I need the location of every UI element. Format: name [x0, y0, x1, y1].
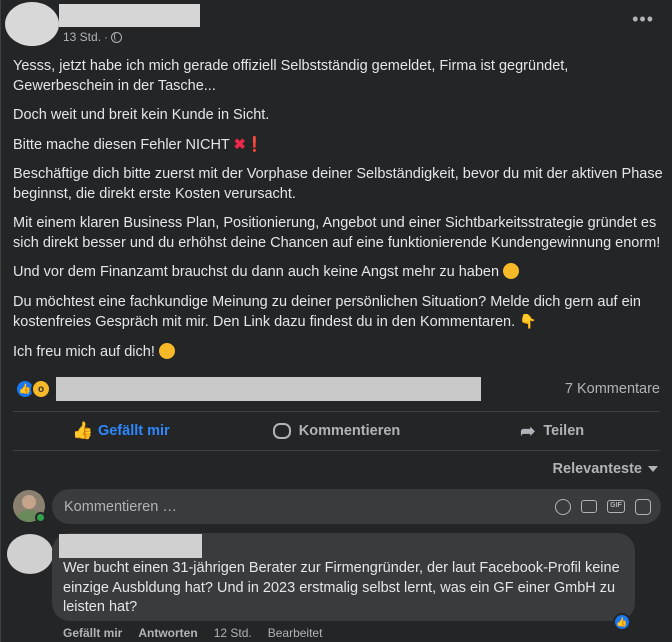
comment-reply-button[interactable]: Antworten — [138, 626, 197, 640]
commenter-avatar[interactable] — [7, 534, 53, 574]
wow-reaction-icon: o — [31, 379, 51, 399]
post-paragraph-text: Du möchtest eine fachkundige Meinung zu … — [13, 293, 641, 331]
post-actions: 👍 Gefällt mir Kommentieren ➦ Teilen — [13, 414, 660, 448]
thumbs-up-icon: 👍 — [71, 421, 94, 440]
author-avatar[interactable] — [5, 2, 59, 46]
post-paragraph: Ich freu mich auf dich! — [13, 342, 665, 363]
speech-bubble-icon — [272, 423, 291, 439]
online-status-indicator — [35, 512, 46, 523]
post-paragraph: Beschäftige dich bitte zuerst mit der Vo… — [13, 166, 663, 202]
comment-time[interactable]: 12 Std. — [214, 626, 252, 640]
comment-text: Wer bucht einen 31-jährigen Berater zur … — [63, 560, 620, 615]
reaction-names-redacted[interactable] — [56, 377, 481, 401]
more-options-button[interactable]: ••• — [632, 10, 654, 28]
post-meta: 13 Std. · — [63, 30, 123, 44]
winking-face-icon — [503, 263, 520, 279]
globe-icon — [111, 31, 123, 43]
comment-input-placeholder[interactable]: Kommentieren … — [64, 499, 555, 515]
like-button[interactable]: 👍 Gefällt mir — [13, 414, 229, 448]
commenter-name-redacted[interactable] — [59, 534, 202, 558]
comment-edited-label[interactable]: Bearbeitet — [268, 626, 323, 640]
comment-actions: Gefällt mir Antworten 12 Std. Bearbeitet — [63, 626, 322, 640]
divider — [13, 411, 660, 412]
comment-like-button[interactable]: Gefällt mir — [63, 626, 122, 640]
post-paragraph-text: Bitte mache diesen Fehler NICHT — [13, 136, 230, 153]
share-button[interactable]: ➦ Teilen — [444, 414, 660, 448]
meta-separator: · — [104, 30, 109, 44]
comment-count[interactable]: 7 Kommentare — [565, 381, 660, 397]
comment-sort-dropdown[interactable]: Relevanteste — [553, 461, 658, 477]
author-name-redacted[interactable] — [59, 4, 200, 27]
post-card: 13 Std. · ••• Yesss, jetzt habe ich mich… — [0, 0, 672, 642]
gif-icon[interactable]: GIF — [607, 500, 625, 513]
cross-mark-icon: ✖ — [233, 136, 246, 153]
post-paragraph-text: Ich freu mich auf dich! — [13, 343, 155, 360]
share-label: Teilen — [543, 423, 585, 439]
post-paragraph: Und vor dem Finanzamt brauchst du dann a… — [13, 263, 665, 283]
comment-input[interactable]: Kommentieren … GIF — [52, 489, 661, 524]
comment-like-reaction-icon[interactable]: 👍 — [613, 613, 631, 631]
camera-icon[interactable] — [581, 500, 597, 513]
post-paragraph: Yesss, jetzt habe ich mich gerade offizi… — [13, 58, 569, 94]
comment-label: Kommentieren — [298, 423, 401, 439]
post-paragraph-text: Und vor dem Finanzamt brauchst du dann a… — [13, 264, 500, 280]
sticker-icon[interactable] — [635, 498, 651, 515]
comment-input-tools: GIF — [555, 498, 651, 515]
post-paragraph: Bitte mache diesen Fehler NICHT ✖❗ — [13, 136, 665, 156]
divider — [13, 450, 660, 451]
emoji-icon[interactable] — [555, 498, 571, 515]
reaction-summary[interactable]: 👍 o — [15, 379, 51, 399]
post-paragraph: Mit einem klaren Business Plan, Position… — [13, 215, 661, 251]
like-label: Gefällt mir — [97, 423, 170, 439]
comment-button[interactable]: Kommentieren — [229, 414, 445, 448]
sort-label: Relevanteste — [552, 461, 642, 477]
post-time[interactable]: 13 Std. — [63, 30, 101, 44]
post-paragraph: Doch weit und breit kein Kunde in Sicht. — [13, 107, 270, 123]
post-paragraph: Du möchtest eine fachkundige Meinung zu … — [13, 293, 665, 333]
exclamation-icon: ❗ — [245, 136, 264, 153]
post-body: Yesss, jetzt habe ich mich gerade offizi… — [13, 57, 665, 372]
share-arrow-icon: ➦ — [520, 420, 536, 441]
pointing-down-icon: 👇 — [519, 313, 537, 329]
caret-down-icon — [648, 466, 658, 472]
smiling-face-icon — [158, 342, 175, 359]
